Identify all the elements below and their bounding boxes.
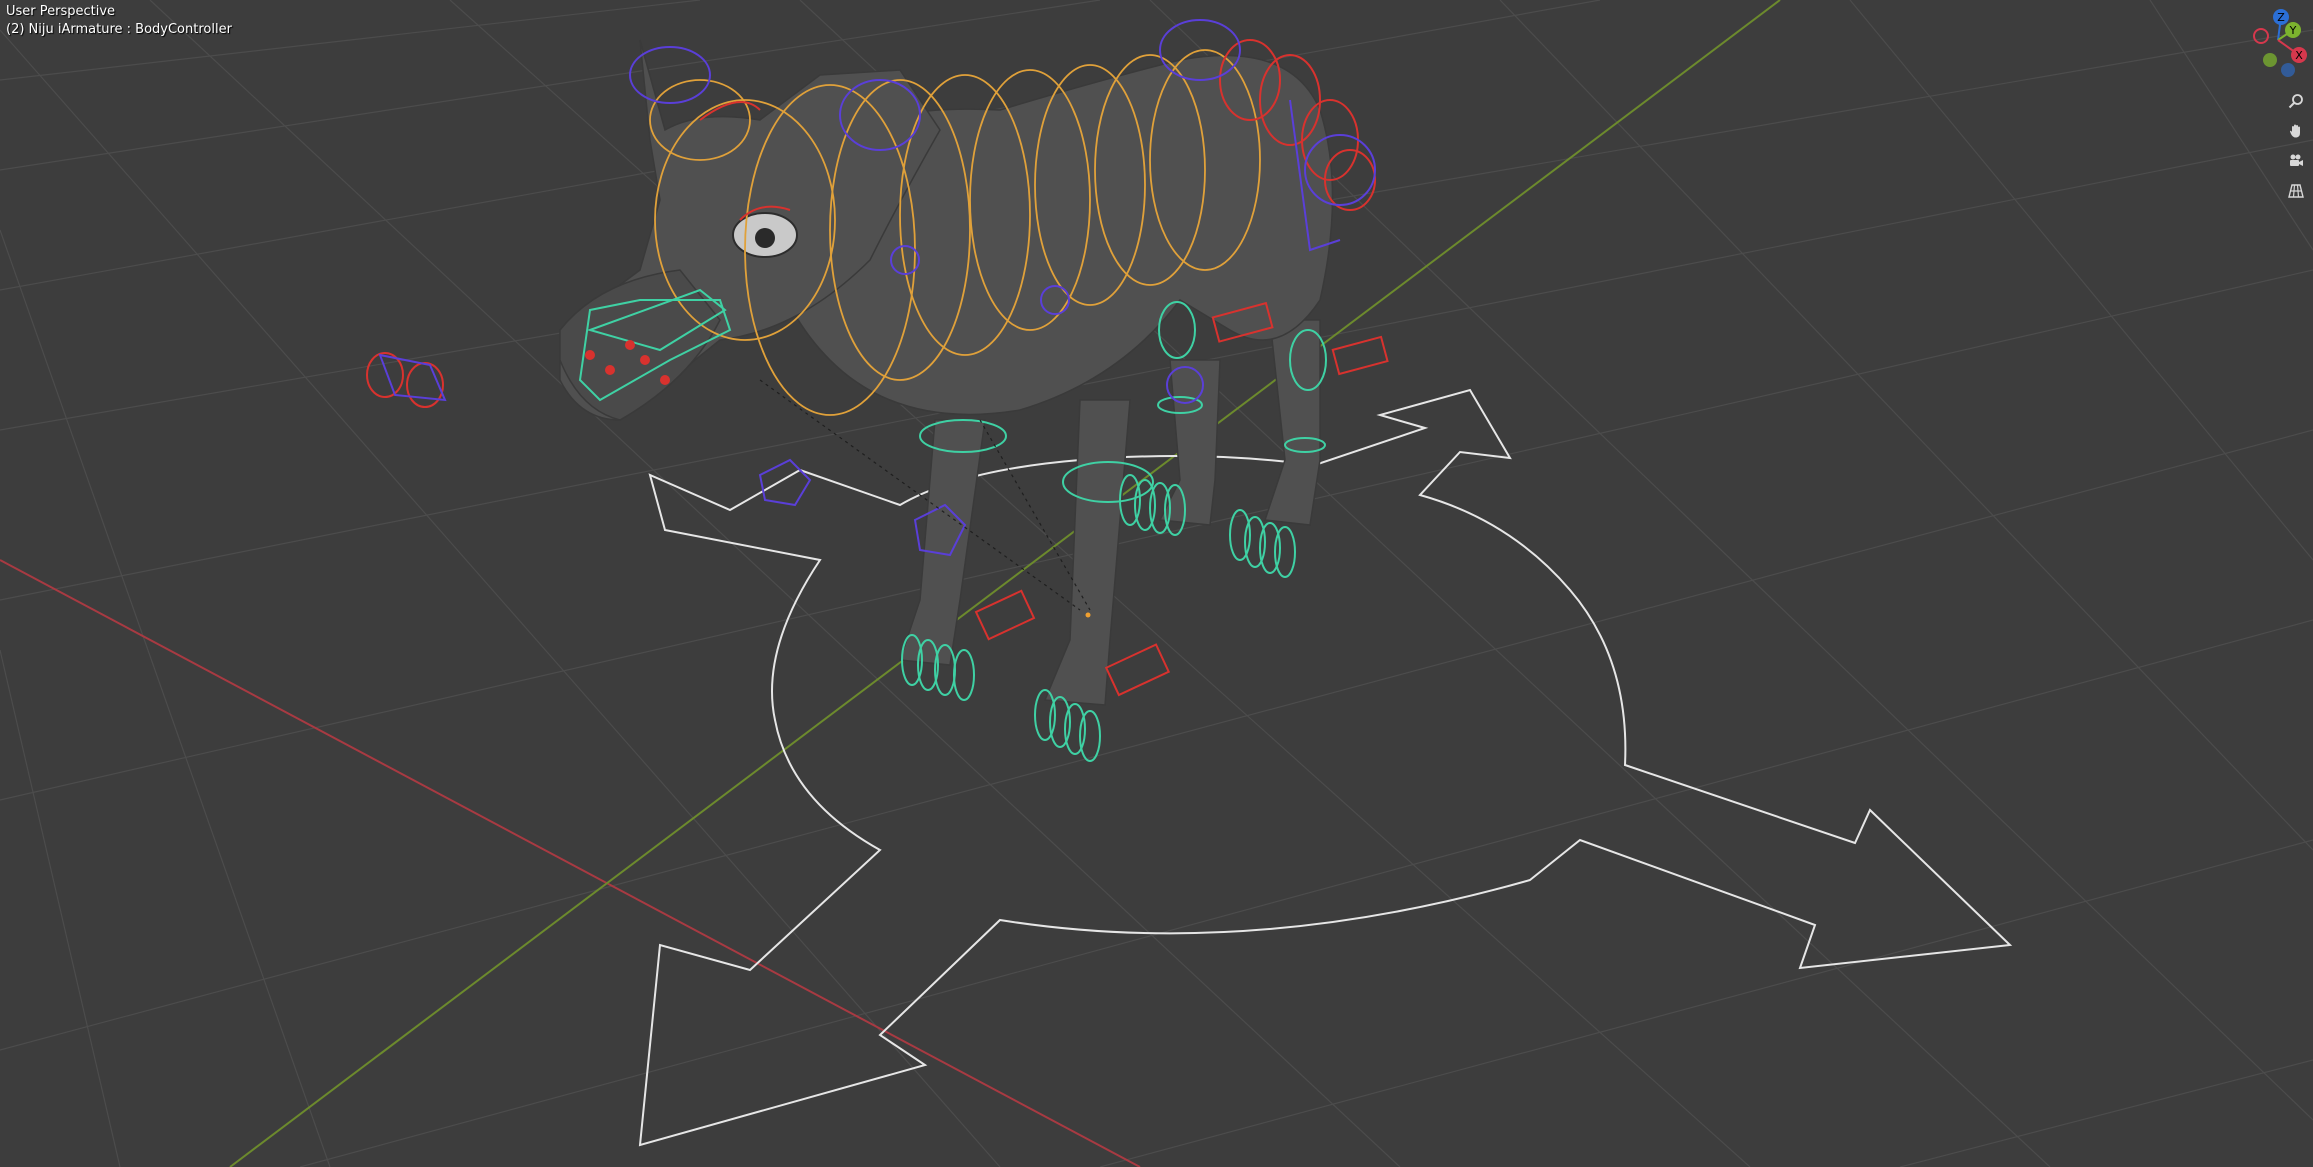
gizmo-x-label: X <box>2295 49 2303 62</box>
grid-ortho-icon <box>2288 184 2304 198</box>
pan-hand-icon <box>2290 124 2300 138</box>
viewport-object-info: (2) Niju iArmature : BodyController <box>6 22 232 37</box>
pan-button[interactable] <box>2283 118 2309 144</box>
gizmo-z-label: Z <box>2277 11 2285 24</box>
gizmo-neg-z-icon[interactable] <box>2281 63 2295 77</box>
scene-canvas[interactable] <box>0 0 2313 1167</box>
dog-mesh[interactable] <box>559 39 1334 706</box>
pivot-point <box>1085 612 1091 618</box>
x-axis-line <box>0 559 1141 1167</box>
zoom-icon <box>2288 94 2303 109</box>
zoom-button[interactable] <box>2283 88 2309 114</box>
gizmo-neg-y-icon[interactable] <box>2263 53 2277 67</box>
perspective-toggle-button[interactable] <box>2283 178 2309 204</box>
viewport-view-name: User Perspective <box>6 4 116 19</box>
camera-view-button[interactable] <box>2283 148 2309 174</box>
gizmo-y-label: Y <box>2289 24 2297 37</box>
navigation-gizmo[interactable]: Z Y X <box>2243 0 2313 90</box>
3d-viewport[interactable]: User Perspective (2) Niju iArmature : Bo… <box>0 0 2313 1167</box>
root-controller[interactable] <box>638 388 2013 1147</box>
camera-icon <box>2290 154 2303 166</box>
gizmo-neg-x-icon[interactable] <box>2253 28 2269 44</box>
